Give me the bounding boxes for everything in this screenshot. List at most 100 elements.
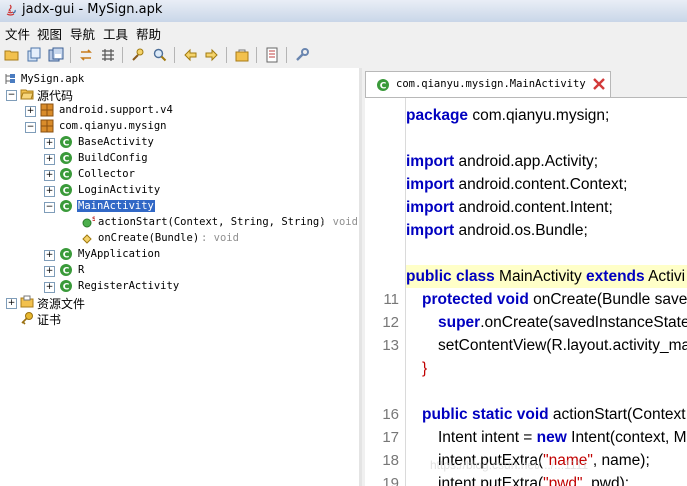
code-line: super.onCreate(savedInstanceState (438, 314, 687, 331)
class-icon: C (60, 264, 72, 277)
save-all-icon[interactable] (46, 45, 66, 65)
menu-help[interactable]: 帮助 (136, 24, 161, 43)
class-label: BaseActivity (78, 136, 154, 148)
expand-toggle[interactable]: + (44, 266, 55, 277)
tree-class-buildconfig[interactable]: C BuildConfig (59, 151, 259, 167)
static-method-icon: S (82, 216, 95, 228)
tree-sources-label: 源代码 (37, 89, 74, 103)
package-label: android.support.v4 (59, 104, 173, 116)
tree-class-mainactivity[interactable]: C MainActivity (59, 199, 259, 215)
class-icon: C (60, 200, 72, 213)
svg-text:C: C (63, 171, 70, 181)
tree-method-oncreate[interactable]: onCreate(Bundle) : void (81, 231, 281, 247)
preferences-icon[interactable] (292, 45, 312, 65)
back-icon[interactable] (180, 45, 200, 65)
class-label: RegisterActivity (78, 280, 180, 292)
class-icon: C (60, 280, 72, 293)
method-return-type: : void (201, 232, 239, 244)
open-icon[interactable] (2, 45, 22, 65)
code-line: import android.content.Intent; (406, 199, 613, 216)
resource-folder-icon (20, 295, 34, 308)
toolbar-separator (256, 47, 257, 63)
menu-view[interactable]: 视图 (37, 24, 62, 43)
expand-toggle[interactable]: + (25, 106, 36, 117)
tree-package-android[interactable]: android.support.v4 (40, 103, 240, 119)
expand-toggle[interactable]: + (44, 250, 55, 261)
method-label: actionStart(Context, String, String) (98, 216, 326, 228)
expand-toggle[interactable]: + (44, 154, 55, 165)
forward-icon[interactable] (202, 45, 222, 65)
watermark: https://blog.csdn.net/.../...1111 (430, 458, 589, 472)
svg-text:C: C (63, 267, 70, 277)
log-icon[interactable] (262, 45, 282, 65)
tree-sources[interactable]: 源代码 (20, 87, 220, 103)
collapse-toggle[interactable]: − (6, 90, 17, 101)
menu-file[interactable]: 文件 (5, 24, 30, 43)
sync-icon[interactable] (76, 45, 96, 65)
package-icon (40, 103, 54, 117)
expand-toggle[interactable]: + (44, 282, 55, 293)
add-files-icon[interactable] (24, 45, 44, 65)
apk-icon (5, 74, 15, 84)
class-icon: C (60, 184, 72, 197)
expand-toggle[interactable]: + (44, 170, 55, 181)
tree-class-r[interactable]: C R (59, 263, 259, 279)
line-number: 16 (382, 406, 399, 423)
tree-class-registeractivity[interactable]: C RegisterActivity (59, 279, 259, 295)
collapse-toggle[interactable]: − (25, 122, 36, 133)
tree-method-actionstart[interactable]: S actionStart(Context, String, String) :… (81, 215, 359, 231)
toolbar-separator (122, 47, 123, 63)
code-line: import android.content.Context; (406, 176, 628, 193)
toolbar-separator (226, 47, 227, 63)
class-icon: C (377, 79, 389, 92)
menu-bar: 文件 视图 导航 工具 帮助 (0, 22, 687, 42)
code-line: intent.putExtra("pwd", pwd); (438, 475, 630, 486)
code-panel: C com.qianyu.mysign.MainActivity 11 12 1… (362, 68, 687, 486)
decompile-icon[interactable] (232, 45, 252, 65)
svg-text:C: C (63, 283, 70, 293)
tree-certificate[interactable]: 证书 (20, 311, 220, 327)
code-line: Intent intent = new Intent(context, Ma (438, 429, 687, 446)
svg-text:C: C (63, 139, 70, 149)
line-number: 18 (382, 452, 399, 469)
package-label: com.qianyu.mysign (59, 120, 167, 132)
class-label: BuildConfig (78, 152, 148, 164)
code-line-highlighted: public class MainActivity extends Activi (406, 265, 687, 288)
toolbar-separator (286, 47, 287, 63)
method-label: onCreate(Bundle) (98, 232, 200, 244)
close-icon[interactable] (592, 77, 606, 91)
code-line: import android.app.Activity; (406, 153, 599, 170)
toolbar (0, 42, 687, 69)
java-app-icon (6, 4, 16, 16)
editor-tab-mainactivity[interactable]: C com.qianyu.mysign.MainActivity (365, 71, 611, 98)
find-class-icon[interactable] (150, 45, 170, 65)
menu-navigate[interactable]: 导航 (70, 24, 95, 43)
project-tree: MySign.apk − 源代码 + android.support.v4 − … (0, 68, 360, 486)
class-icon: C (60, 248, 72, 261)
expand-toggle[interactable]: + (44, 186, 55, 197)
code-editor[interactable]: 11 12 13 16 17 18 19 package com.qianyu.… (365, 97, 687, 486)
tree-class-collector[interactable]: C Collector (59, 167, 259, 183)
package-icon (40, 119, 54, 133)
collapse-toggle[interactable]: − (44, 202, 55, 213)
key-icon (21, 312, 33, 325)
tree-package-app[interactable]: com.qianyu.mysign (40, 119, 240, 135)
line-number-gutter: 11 12 13 16 17 18 19 (365, 98, 406, 486)
expand-toggle[interactable]: + (6, 298, 17, 309)
flatten-icon[interactable] (98, 45, 118, 65)
method-return-type: : void (320, 216, 358, 228)
code-line: } (422, 360, 428, 377)
tree-class-loginactivity[interactable]: C LoginActivity (59, 183, 259, 199)
class-icon: C (60, 168, 72, 181)
search-icon[interactable] (128, 45, 148, 65)
expand-toggle[interactable]: + (44, 138, 55, 149)
tree-class-myapplication[interactable]: C MyApplication (59, 247, 259, 263)
tree-resources[interactable]: 资源文件 (20, 295, 220, 311)
code-line: package com.qianyu.mysign; (406, 107, 610, 124)
line-number: 11 (383, 291, 399, 308)
code-line: setContentView(R.layout.activity_ma (438, 337, 687, 354)
tree-root[interactable]: MySign.apk (4, 72, 204, 88)
menu-tools[interactable]: 工具 (103, 24, 128, 43)
toolbar-separator (174, 47, 175, 63)
tree-class-baseactivity[interactable]: C BaseActivity (59, 135, 259, 151)
